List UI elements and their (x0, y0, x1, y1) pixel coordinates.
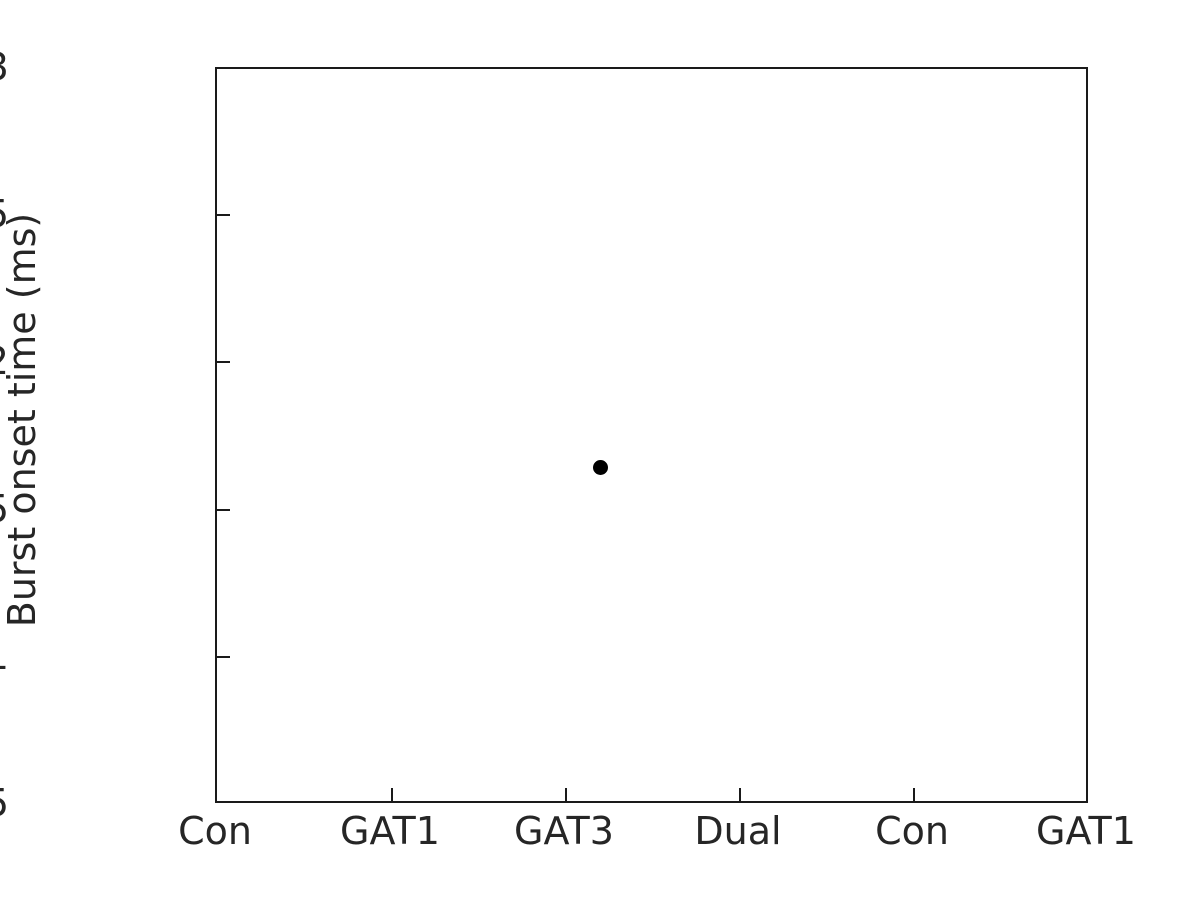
x-tick-label-gat1-2: GAT1 (1036, 809, 1136, 853)
y-tick-label-1090p5: 1090.5 (0, 784, 9, 822)
figure-canvas: Burst onset time (ms) 1093 1092.5 1092 1… (0, 0, 1200, 900)
y-tick-label-1092p5: 1092.5 (0, 195, 9, 233)
x-tick-mark-dual (739, 788, 741, 801)
y-tick-mark-1091p5 (217, 509, 230, 511)
y-tick-mark-1091 (217, 656, 230, 658)
x-tick-label-gat3: GAT3 (514, 809, 614, 853)
x-tick-label-gat1-1: GAT1 (340, 809, 440, 853)
plot-area (215, 67, 1088, 803)
data-point-gat3 (593, 459, 609, 475)
y-tick-label-1093: 1093 (0, 48, 9, 86)
x-tick-label-con-2: Con (875, 809, 949, 853)
x-tick-mark-gat3 (565, 788, 567, 801)
y-tick-label-1091: 1091 (0, 637, 9, 675)
y-tick-mark-1092p5 (217, 214, 230, 216)
y-tick-label-1091p5: 1091.5 (0, 490, 9, 528)
y-axis-title: Burst onset time (ms) (0, 212, 44, 628)
y-tick-mark-1092 (217, 361, 230, 363)
y-tick-label-1092: 1092 (0, 342, 9, 380)
x-tick-mark-gat1-1 (391, 788, 393, 801)
x-tick-label-dual: Dual (694, 809, 782, 853)
x-tick-mark-con-2 (913, 788, 915, 801)
x-tick-label-con-1: Con (178, 809, 252, 853)
